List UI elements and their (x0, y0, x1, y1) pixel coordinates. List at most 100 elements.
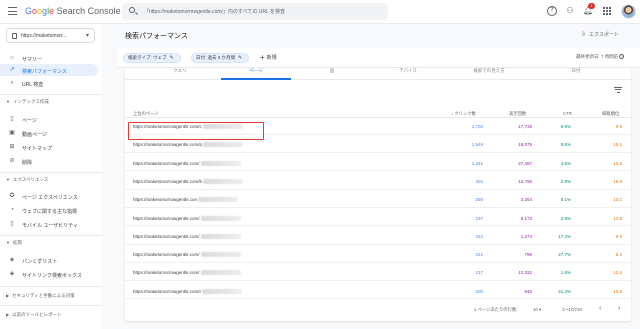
sidebar-item-label: URL 検査 (22, 81, 44, 88)
column-header-clicks[interactable]: ↓ クリック数 (451, 111, 476, 117)
sidebar-item-summary[interactable]: ⌂ サマリー (0, 52, 98, 64)
sitemap-icon: ⊞ (9, 144, 15, 150)
section-title: エクスペリエンス (12, 177, 49, 182)
clicks-cell: 222 (475, 233, 483, 239)
section-experience[interactable]: ▼ エクスペリエンス (6, 177, 48, 183)
ctr-cell: 2.6% (560, 178, 571, 184)
position-cell: 10.1 (613, 142, 622, 148)
help-icon[interactable]: ? (619, 54, 625, 59)
tab-dates[interactable]: 日付 (541, 68, 611, 80)
sidebar-item-label: サイトリンク検索ボックス (22, 272, 82, 279)
table-row[interactable]: https://maketomorrowgentle.com/b 404 15,79… (125, 174, 631, 190)
position-cell: 18.8 (613, 178, 622, 184)
search-console-logo[interactable]: Google Search Console (25, 6, 121, 16)
manage-users-icon[interactable]: ⚇ (565, 6, 575, 16)
dropdown-arrow-icon: ▾ (538, 307, 542, 312)
notifications-bell-icon[interactable]: 🔔︎ 1 (583, 3, 595, 16)
export-button[interactable]: ⇩ エクスポート (581, 31, 619, 38)
position-cell: 10.8 (613, 288, 622, 294)
impressions-cell: 945 (524, 288, 532, 294)
url-inspection-input[interactable] (144, 7, 380, 16)
date-range-chip[interactable]: 日付: 過去 3 か月間 ✎ (191, 53, 250, 63)
tab-queries[interactable]: クエリ (145, 68, 215, 80)
page-url-cell[interactable]: https://maketomorrowgentle.com/ (133, 252, 241, 258)
url-inspection-search[interactable] (122, 3, 388, 20)
tab-countries[interactable]: 国 (297, 68, 367, 80)
table-row[interactable]: https://maketomorrowgentle.com/237 8,173 2… (125, 211, 631, 227)
rows-per-page-select[interactable]: 10 ▾ (533, 307, 541, 313)
column-header-position[interactable]: 掲載順位 (602, 111, 619, 117)
page-url-cell[interactable]: https://maketomorrowgentle.com/b (133, 178, 244, 184)
page-url: https://maketomorrowgentle.com/r (133, 288, 202, 294)
table-row[interactable]: https://maketomorrowgentle.com/221 798 27.… (125, 247, 631, 263)
position-cell: 9.5 (615, 124, 622, 129)
google-apps-icon[interactable] (602, 6, 612, 16)
page-range: 1～10/720 (562, 307, 582, 312)
next-page-icon[interactable]: › (618, 305, 620, 312)
divider (0, 305, 102, 306)
column-header-ctr[interactable]: CTR (563, 111, 572, 116)
page-url-cell[interactable]: https://maketomorrowgentle.com/r (133, 288, 243, 294)
sidebar-item-url-inspection[interactable]: ⌕ URL 検査 (0, 77, 98, 89)
sidebar-item-label: ページ エクスペリエンス (22, 194, 78, 201)
page-url-cell[interactable]: https://maketomorrowgentle.com/p (133, 142, 244, 148)
page-url: https://maketomorrowgentle.com/ (133, 160, 200, 166)
sidebar-item-removals[interactable]: ⊘ 削除 (0, 155, 98, 167)
sidebar-item-label: 検索パフォーマンス (22, 68, 67, 75)
impressions-cell: 798 (524, 252, 532, 258)
expand-arrow-icon: ▶ (6, 293, 10, 298)
page-url-cell[interactable]: https://maketomorrowgentle.con (133, 197, 239, 203)
section-legacy-tools[interactable]: ▶ 以前のツールとレポート (6, 312, 62, 318)
page-url-cell[interactable]: https://maketomorrowgentle.com/ (133, 270, 241, 276)
sidebar-item-breadcrumbs[interactable]: ◈ パンくずリスト (0, 254, 98, 266)
divider (0, 172, 102, 173)
table-row[interactable]: https://maketomorrowgentle.con 266 3,264 8.… (125, 192, 631, 208)
position-cell: 9.9 (615, 233, 622, 239)
add-filter-button[interactable]: + 新規 (260, 53, 277, 63)
section-indexing[interactable]: ▼ インデックス作成 (6, 99, 49, 105)
sidebar-item-sitemaps[interactable]: ⊞ サイトマップ (0, 141, 98, 153)
sidebar-item-mobile-usability[interactable]: ▯ モバイル ユーザビリティ (0, 218, 98, 230)
page-url-cell[interactable]: https://maketomorrowgentle.com/ (133, 215, 241, 221)
ctr-cell: 2.9% (560, 215, 571, 221)
section-enhancements[interactable]: ▼ 拡張 (6, 240, 22, 246)
section-title: 拡張 (12, 240, 22, 245)
sidebar-item-video-pages[interactable]: ▣ 動画ページ (0, 127, 98, 139)
clicks-cell: 1,702 (471, 124, 483, 129)
sidebar-item-page-experience[interactable]: ✪ ページ エクスペリエンス (0, 190, 98, 202)
table-row[interactable]: https://maketomorrowgentle.com/1,241 27,4… (125, 156, 631, 172)
sidebar-item-performance[interactable]: ↗ 検索パフォーマンス (0, 64, 98, 76)
ctr-cell: 9.6% (560, 124, 571, 129)
plus-icon: + (260, 53, 265, 62)
ctr-cell: 27.7% (558, 252, 571, 258)
sidebar-item-sitelinks-searchbox[interactable]: ◈ サイトリンク検索ボックス (0, 268, 98, 280)
previous-page-icon[interactable]: ‹ (599, 305, 601, 312)
property-selector[interactable]: https://maketomorr... ▾ (6, 28, 95, 43)
page-url-cell[interactable]: https://maketomorrowgentle.com/ (133, 160, 241, 166)
impressions-cell: 12,332 (518, 270, 532, 276)
account-avatar[interactable] (621, 4, 636, 19)
property-label: https://maketomorr... (21, 33, 67, 39)
page-url-cell[interactable]: https://maketomorrowgentle.com/ (133, 233, 241, 239)
video-page-icon: ▣ (9, 130, 15, 136)
section-security[interactable]: ▶ セキュリティと手動による対策 (6, 293, 75, 299)
column-header-impressions[interactable]: 表示回数 (509, 111, 526, 117)
clicks-cell: 237 (475, 215, 483, 221)
table-row[interactable]: https://maketomorrowgentle.com/217 12,332… (125, 265, 631, 282)
search-type-chip[interactable]: 検索タイプ: ウェブ ✎ (123, 53, 181, 63)
tab-search-appearance[interactable]: 検索での見え方 (449, 68, 529, 80)
sidebar-item-pages[interactable]: ▯ ページ (0, 113, 98, 125)
sidebar-item-core-web-vitals[interactable]: ◔ ウェブに関する主な指標 (0, 204, 98, 216)
tab-devices[interactable]: デバイス (373, 68, 443, 80)
clicks-cell: 221 (475, 252, 483, 258)
last-updated-text: 最終更新日: 7 時間前 (576, 54, 619, 59)
table-row[interactable]: https://maketomorrowgentle.com/222 1,274 1… (125, 229, 631, 245)
impressions-cell: 18,075 (518, 142, 532, 148)
filter-rows-icon[interactable] (614, 87, 622, 93)
menu-icon[interactable] (8, 7, 17, 15)
help-icon[interactable]: ? (547, 6, 557, 16)
page-url: https://maketomorrowgentle.com/ (133, 252, 200, 258)
table-row[interactable]: https://maketomorrowgentle.com/r 200 945 21… (125, 284, 631, 300)
tab-pages[interactable]: ページ (221, 68, 291, 80)
edit-pencil-icon: ✎ (169, 55, 174, 61)
